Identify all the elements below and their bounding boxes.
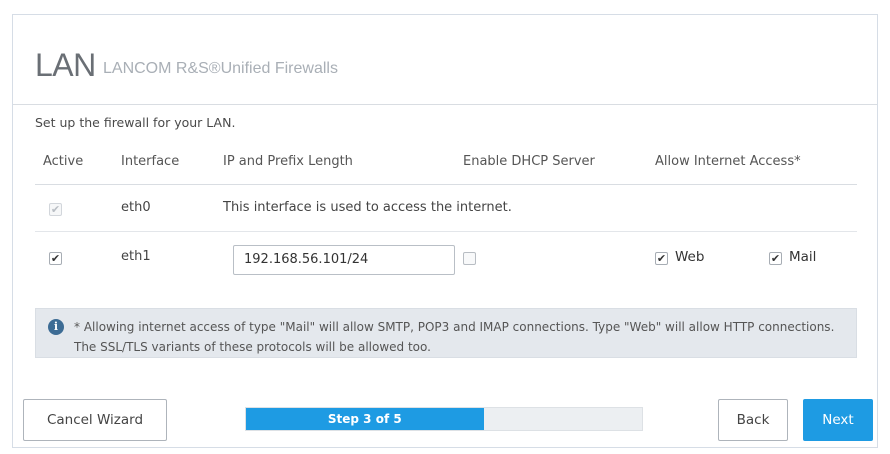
info-icon: i (48, 319, 64, 335)
active-checkbox-eth1[interactable]: ✔ (49, 252, 62, 265)
table-row: ✔ eth1 192.168.56.101/24 ✔ Web ✔ Mail (35, 233, 857, 297)
dialog-header: LAN LANCOM R&S®Unified Firewalls (13, 15, 877, 105)
column-header-active: Active (43, 154, 84, 169)
intro-text: Set up the firewall for your LAN. (35, 115, 236, 130)
info-text: * Allowing internet access of type "Mail… (74, 320, 835, 354)
info-box: i * Allowing internet access of type "Ma… (35, 308, 857, 358)
mail-access-checkbox[interactable]: ✔ (769, 252, 782, 265)
active-checkbox-eth0: ✔ (49, 203, 62, 216)
web-access-checkbox[interactable]: ✔ (655, 252, 668, 265)
web-access-label: Web (675, 249, 705, 265)
wizard-progress-bar: Step 3 of 5 (245, 407, 643, 431)
column-header-ip: IP and Prefix Length (223, 154, 353, 169)
table-header: Active Interface IP and Prefix Length En… (35, 151, 857, 185)
interface-name: eth1 (121, 249, 151, 264)
ip-prefix-input[interactable]: 192.168.56.101/24 (233, 245, 455, 275)
column-header-interface: Interface (121, 154, 180, 169)
lan-wizard-dialog: LAN LANCOM R&S®Unified Firewalls Set up … (12, 14, 878, 448)
back-button[interactable]: Back (718, 399, 788, 441)
page-subtitle: LANCOM R&S®Unified Firewalls (103, 60, 338, 77)
wizard-footer: Cancel Wizard Step 3 of 5 Back Next (13, 385, 877, 441)
column-header-internet-access: Allow Internet Access* (655, 154, 801, 169)
progress-text: Step 3 of 5 (327, 412, 402, 426)
next-button[interactable]: Next (803, 399, 873, 441)
interface-name: eth0 (121, 200, 151, 215)
page-title: LAN (35, 47, 96, 83)
dhcp-checkbox-eth1[interactable] (463, 252, 476, 265)
column-header-dhcp: Enable DHCP Server (463, 154, 595, 169)
cancel-wizard-button[interactable]: Cancel Wizard (23, 399, 167, 441)
mail-access-label: Mail (789, 249, 817, 265)
interface-note: This interface is used to access the int… (223, 200, 512, 215)
table-row: ✔ eth0 This interface is used to access … (35, 186, 857, 232)
